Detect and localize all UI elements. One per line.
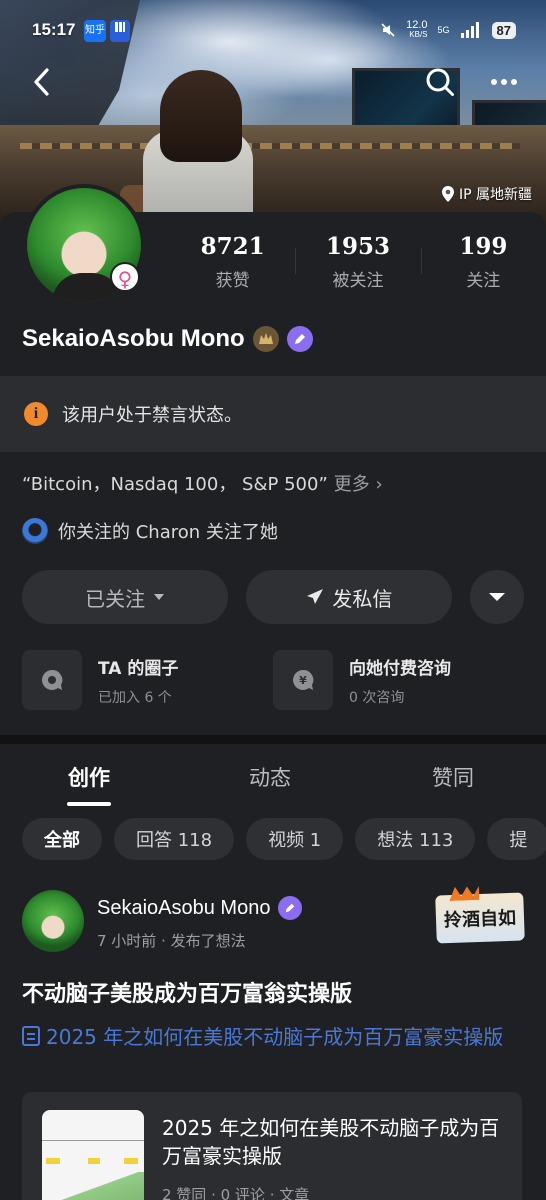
- svg-text:¥: ¥: [299, 674, 307, 687]
- paid-consult-service[interactable]: ¥ 向她付费咨询 0 次咨询: [273, 650, 524, 710]
- content-tabs: 创作 动态 赞同: [0, 744, 546, 806]
- post-author-name: SekaioAsobu Mono: [97, 896, 271, 919]
- chip-videos[interactable]: 视频 1: [246, 818, 344, 860]
- expand-actions-button[interactable]: [470, 570, 525, 624]
- profile-card: ♀ 8721 获赞 1953 被关注 199 关注 SekaioAsobu Mo…: [0, 184, 546, 735]
- stat-label: 关注: [466, 271, 501, 291]
- battery-level: 87: [491, 21, 516, 39]
- status-right: 12.0 KB/S 5G 87: [380, 20, 516, 40]
- status-time: 15:17: [32, 20, 76, 39]
- filter-chips: 全部 回答 118 视频 1 想法 113 提: [22, 818, 546, 860]
- tab-upvoted[interactable]: 赞同: [432, 762, 474, 792]
- thumbnail-highlight: [46, 1158, 60, 1164]
- caret-down-icon: [154, 594, 165, 600]
- stat-label: 获赞: [215, 271, 250, 291]
- post-article-link[interactable]: 2025 年之如何在美股不动脑子成为百万富豪实操版: [22, 1022, 524, 1052]
- thumbnail-highlight: [88, 1158, 100, 1164]
- paper-plane-icon: [307, 589, 324, 604]
- article-card-meta: 2 赞同 · 0 评论 · 文章: [162, 1186, 310, 1200]
- profile-services: TA 的圈子 已加入 6 个 ¥ 向她付费咨询 0 次咨询: [22, 650, 524, 710]
- document-icon: [22, 1026, 40, 1046]
- ban-notice-text: 该用户处于禁言状态。: [62, 405, 242, 426]
- thumbnail-highlight: [124, 1158, 138, 1164]
- chip-thoughts[interactable]: 想法 113: [355, 818, 476, 860]
- circle-icon: [22, 650, 82, 710]
- username-row: SekaioAsobu Mono: [22, 325, 313, 353]
- post-title[interactable]: 不动脑子美股成为百万富翁实操版: [22, 976, 352, 1008]
- post-article-link-text: 2025 年之如何在美股不动脑子成为百万富豪实操版: [46, 1025, 504, 1049]
- thumbnail-chart: [42, 1172, 144, 1200]
- post-meta: 7 小时前 · 发布了想法: [97, 932, 246, 950]
- notification-app-icon: [110, 20, 130, 42]
- more-horizontal-icon: [491, 79, 517, 85]
- send-message-button[interactable]: 发私信: [246, 570, 453, 624]
- location-pin-icon: [441, 186, 454, 202]
- circle-service[interactable]: TA 的圈子 已加入 6 个: [22, 650, 273, 710]
- network-speed: 12.0 KB/S: [406, 20, 427, 40]
- bio-more-link[interactable]: 更多 ›: [334, 474, 383, 495]
- tab-creations[interactable]: 创作: [67, 762, 111, 806]
- mute-icon: [381, 23, 395, 37]
- ban-notice: i 该用户处于禁言状态。: [0, 376, 546, 452]
- caret-down-icon: [489, 593, 506, 601]
- following-button-label: 已关注: [85, 586, 146, 611]
- chip-all[interactable]: 全部: [22, 818, 102, 860]
- creator-badge-icon: [278, 896, 303, 920]
- stat-label: 被关注: [332, 271, 384, 291]
- zhihu-app-icon: 知乎: [84, 20, 106, 42]
- chevron-left-icon: [34, 68, 49, 96]
- service-title: TA 的圈子: [98, 658, 179, 679]
- mutual-avatar: [22, 518, 48, 544]
- crown-badge-icon[interactable]: [252, 326, 279, 352]
- status-bar: 15:17 知乎 12.0 KB/S 5G 87: [0, 0, 546, 62]
- network-speed-unit: KB/S: [409, 30, 428, 39]
- cover-figure-hair: [160, 70, 242, 162]
- article-card-title: 2025 年之如何在美股不动脑子成为百万富豪实操版: [162, 1116, 500, 1168]
- stat-value: 199: [459, 233, 508, 260]
- following-button[interactable]: 已关注: [22, 570, 229, 624]
- search-icon: [426, 68, 454, 96]
- article-card[interactable]: 2025 年之如何在美股不动脑子成为百万富豪实操版 2 赞同 · 0 评论 · …: [22, 1092, 522, 1200]
- creator-badge-icon[interactable]: [286, 326, 313, 352]
- stat-followers[interactable]: 1953 被关注: [295, 230, 420, 294]
- stat-following[interactable]: 199 关注: [420, 230, 546, 294]
- service-title: 向她付费咨询: [349, 658, 451, 679]
- network-type: 5G: [437, 25, 450, 35]
- send-message-label: 发私信: [332, 586, 393, 611]
- mutual-follow[interactable]: 你关注的 Charon 关注了她: [22, 518, 278, 544]
- mutual-follow-text: 你关注的 Charon 关注了她: [58, 522, 278, 543]
- ip-location: IP 属地新疆: [441, 184, 532, 204]
- search-button[interactable]: [420, 62, 460, 102]
- warning-icon: i: [24, 402, 48, 426]
- post-author-avatar[interactable]: [22, 890, 84, 952]
- female-icon: ♀: [110, 262, 140, 292]
- tab-activity[interactable]: 动态: [249, 762, 291, 792]
- chip-answers[interactable]: 回答 118: [114, 818, 235, 860]
- username: SekaioAsobu Mono: [22, 325, 245, 352]
- stat-value: 1953: [325, 233, 390, 260]
- stat-value: 8721: [200, 233, 265, 260]
- stat-likes[interactable]: 8721 获赞: [170, 230, 295, 294]
- post-author[interactable]: SekaioAsobu Mono: [97, 896, 303, 920]
- profile-stats: 8721 获赞 1953 被关注 199 关注: [170, 230, 546, 294]
- service-subtitle: 已加入 6 个: [98, 689, 172, 706]
- network-speed-value: 12.0: [406, 19, 428, 31]
- back-button[interactable]: [22, 62, 62, 102]
- more-options-button[interactable]: [484, 62, 524, 102]
- profile-actions: 已关注 发私信: [22, 570, 525, 624]
- consult-icon: ¥: [273, 650, 333, 710]
- service-subtitle: 0 次咨询: [349, 689, 405, 706]
- bio[interactable]: “Bitcoin，Nasdaq 100， S&P 500” 更多 ›: [22, 470, 383, 496]
- bio-text: “Bitcoin，Nasdaq 100， S&P 500”: [22, 474, 328, 495]
- post-sticker: 拎酒自如: [435, 892, 525, 944]
- signal-icon: [460, 22, 479, 38]
- ip-location-text: IP 属地新疆: [458, 187, 532, 203]
- chip-questions[interactable]: 提: [487, 818, 546, 860]
- post-header: SekaioAsobu Mono 7 小时前 · 发布了想法 拎酒自如: [22, 890, 525, 952]
- article-thumbnail: [42, 1110, 144, 1200]
